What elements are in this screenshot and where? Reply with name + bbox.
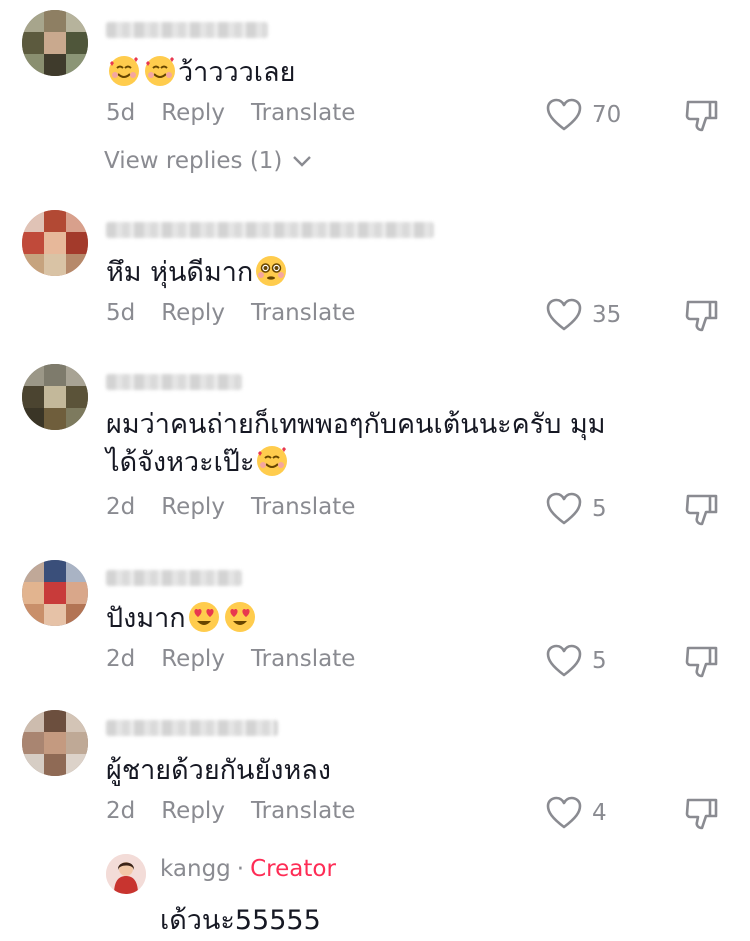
comment-meta: 2d Reply Translate bbox=[106, 494, 355, 520]
flushed-face-icon bbox=[255, 255, 287, 287]
like-count: 5 bbox=[592, 496, 607, 522]
comment-time: 5d bbox=[106, 300, 136, 326]
like-button[interactable]: 5 bbox=[546, 644, 607, 678]
like-count: 70 bbox=[592, 102, 622, 128]
dislike-button[interactable] bbox=[684, 796, 718, 836]
heart-outline-icon bbox=[546, 298, 582, 331]
heart-outline-icon bbox=[546, 796, 582, 829]
creator-avatar[interactable] bbox=[106, 854, 146, 894]
heart-eyes-face-icon bbox=[188, 601, 220, 633]
username-blurred[interactable] bbox=[106, 374, 242, 390]
reply-button[interactable]: Reply bbox=[161, 798, 225, 824]
creator-reply-header: kangg · Creator bbox=[160, 856, 336, 882]
dislike-button[interactable] bbox=[684, 492, 718, 532]
smiling-face-with-hearts-icon bbox=[256, 445, 288, 477]
comment-text: ปังมาก bbox=[106, 600, 666, 638]
comment-text-content: ปังมาก bbox=[106, 603, 186, 634]
translate-button[interactable]: Translate bbox=[251, 798, 355, 824]
translate-button[interactable]: Translate bbox=[251, 300, 355, 326]
dislike-icon bbox=[685, 494, 718, 526]
comment-time: 2d bbox=[106, 646, 136, 672]
comment-text: ผมว่าคนถ่ายก็เทพพอๆกับคนเต้นนะครับ มุม ไ… bbox=[106, 406, 666, 482]
comment-time: 2d bbox=[106, 798, 136, 824]
smiling-face-with-hearts-icon bbox=[144, 55, 176, 87]
heart-outline-icon bbox=[546, 644, 582, 677]
comment-meta: 5d Reply Translate bbox=[106, 100, 355, 126]
translate-button[interactable]: Translate bbox=[251, 100, 355, 126]
comment-text-line: ได้จังหวะเป๊ะ bbox=[106, 447, 255, 478]
dislike-icon bbox=[685, 300, 718, 332]
dislike-button[interactable] bbox=[684, 98, 718, 138]
reply-button[interactable]: Reply bbox=[161, 646, 225, 672]
username-blurred[interactable] bbox=[106, 570, 242, 586]
like-button[interactable]: 70 bbox=[546, 98, 621, 132]
like-button[interactable]: 35 bbox=[546, 298, 621, 332]
reply-button[interactable]: Reply bbox=[161, 100, 225, 126]
reply-button[interactable]: Reply bbox=[161, 494, 225, 520]
smiling-face-with-hearts-icon bbox=[108, 55, 140, 87]
translate-button[interactable]: Translate bbox=[251, 494, 355, 520]
like-button[interactable]: 4 bbox=[546, 796, 607, 830]
user-avatar[interactable] bbox=[22, 10, 88, 76]
dislike-icon bbox=[685, 646, 718, 678]
dislike-icon bbox=[685, 798, 718, 830]
comment-text-line: ผมว่าคนถ่ายก็เทพพอๆกับคนเต้นนะครับ มุม bbox=[106, 409, 606, 440]
comment-text-content: ว้าวววเลย bbox=[178, 57, 296, 88]
dislike-button[interactable] bbox=[684, 644, 718, 684]
like-count: 4 bbox=[592, 800, 607, 826]
translate-button[interactable]: Translate bbox=[251, 646, 355, 672]
comment-time: 5d bbox=[106, 100, 136, 126]
comment-meta: 5d Reply Translate bbox=[106, 300, 355, 326]
reply-button[interactable]: Reply bbox=[161, 300, 225, 326]
comment-meta: 2d Reply Translate bbox=[106, 798, 355, 824]
heart-outline-icon bbox=[546, 492, 582, 525]
comment-time: 2d bbox=[106, 494, 136, 520]
dislike-button[interactable] bbox=[684, 298, 718, 338]
comment-text: ผู้ชายด้วยกันยังหลง bbox=[106, 752, 666, 790]
username-blurred[interactable] bbox=[106, 22, 268, 38]
comment-text: หึม หุ่นดีมาก bbox=[106, 254, 666, 292]
creator-reply-text: เด้วนะ55555 bbox=[160, 905, 321, 936]
username-blurred[interactable] bbox=[106, 222, 434, 238]
creator-badge: Creator bbox=[250, 856, 336, 882]
comment-text-content: หึม หุ่นดีมาก bbox=[106, 257, 254, 288]
user-avatar[interactable] bbox=[22, 210, 88, 276]
heart-eyes-face-icon bbox=[224, 601, 256, 633]
user-avatar[interactable] bbox=[22, 710, 88, 776]
user-avatar[interactable] bbox=[22, 560, 88, 626]
username-blurred[interactable] bbox=[106, 720, 278, 736]
comment-text: ว้าวววเลย bbox=[106, 54, 666, 92]
separator-dot: · bbox=[236, 856, 245, 882]
like-count: 35 bbox=[592, 302, 622, 328]
like-count: 5 bbox=[592, 648, 607, 674]
like-button[interactable]: 5 bbox=[546, 492, 607, 526]
view-replies-button[interactable]: View replies (1) bbox=[104, 148, 312, 174]
heart-outline-icon bbox=[546, 98, 582, 131]
dislike-icon bbox=[685, 100, 718, 132]
comment-text-content: ผู้ชายด้วยกันยังหลง bbox=[106, 755, 331, 786]
chevron-down-icon bbox=[293, 156, 312, 167]
creator-username[interactable]: kangg bbox=[160, 856, 231, 882]
user-avatar[interactable] bbox=[22, 364, 88, 430]
view-replies-label: View replies (1) bbox=[104, 148, 283, 174]
comment-meta: 2d Reply Translate bbox=[106, 646, 355, 672]
